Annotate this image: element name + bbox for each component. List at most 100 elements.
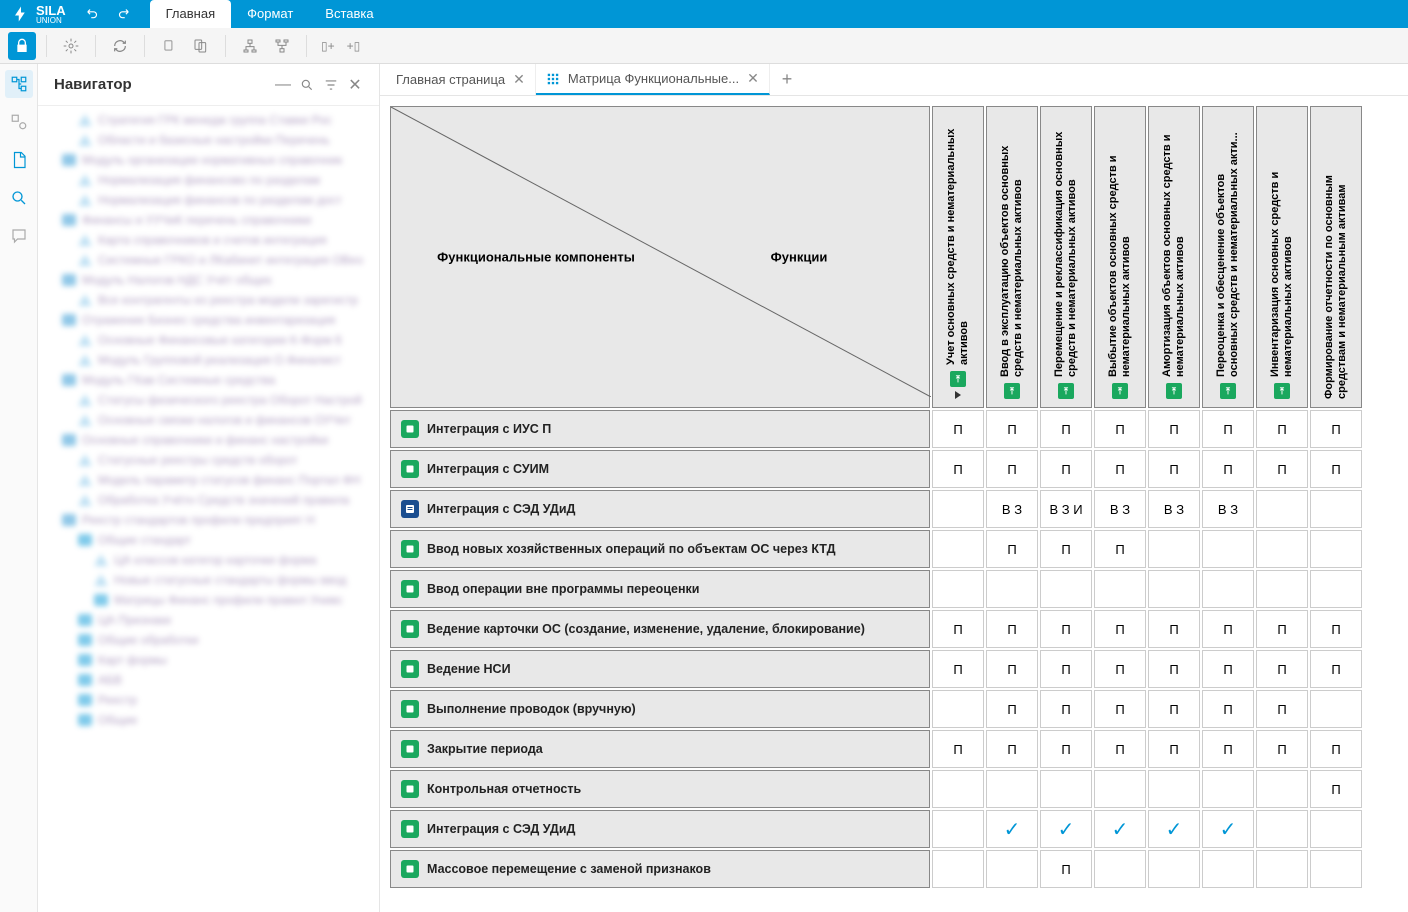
copy-button[interactable]: [155, 32, 183, 60]
insert-col-button[interactable]: ▯+: [317, 32, 339, 60]
row-header[interactable]: Контрольная отчетность: [390, 770, 930, 808]
matrix-cell[interactable]: [986, 850, 1038, 888]
col-header[interactable]: Перемещение и реклассификация основных с…: [1040, 106, 1092, 408]
matrix-cell[interactable]: [1094, 570, 1146, 608]
matrix-container[interactable]: Функциональные компоненты Функции Учет о…: [380, 96, 1408, 912]
rail-chat-icon[interactable]: [5, 222, 33, 250]
matrix-cell[interactable]: П: [1148, 730, 1200, 768]
matrix-cell[interactable]: П: [1094, 650, 1146, 688]
matrix-cell[interactable]: [1256, 810, 1308, 848]
matrix-cell[interactable]: П: [1310, 650, 1362, 688]
matrix-cell[interactable]: [932, 570, 984, 608]
add-tab-button[interactable]: +: [770, 69, 805, 90]
matrix-cell[interactable]: [932, 490, 984, 528]
matrix-cell[interactable]: П: [1148, 690, 1200, 728]
matrix-cell[interactable]: [932, 530, 984, 568]
col-header[interactable]: Выбытие объектов основных средств и нема…: [1094, 106, 1146, 408]
matrix-cell[interactable]: П: [986, 410, 1038, 448]
matrix-cell[interactable]: П: [1094, 410, 1146, 448]
navigator-minimize[interactable]: —: [271, 73, 295, 97]
refresh-button[interactable]: [106, 32, 134, 60]
matrix-cell[interactable]: П: [1202, 450, 1254, 488]
navigator-tree[interactable]: Стратегия ГРК менедж группа Ставки Рос О…: [38, 106, 379, 912]
matrix-cell[interactable]: [1148, 850, 1200, 888]
col-header[interactable]: Учет основных средств и нематериальных а…: [932, 106, 984, 408]
matrix-cell[interactable]: П: [1040, 410, 1092, 448]
tab-main[interactable]: Главная: [150, 0, 231, 28]
matrix-cell[interactable]: П: [986, 650, 1038, 688]
matrix-cell[interactable]: П: [932, 650, 984, 688]
matrix-cell[interactable]: [1256, 850, 1308, 888]
matrix-cell[interactable]: П: [932, 610, 984, 648]
matrix-cell[interactable]: П: [1094, 690, 1146, 728]
matrix-cell[interactable]: П: [1094, 530, 1146, 568]
col-header[interactable]: Амортизация объектов основных средств и …: [1148, 106, 1200, 408]
matrix-cell[interactable]: [986, 570, 1038, 608]
matrix-cell[interactable]: П: [986, 730, 1038, 768]
matrix-cell[interactable]: П: [1202, 730, 1254, 768]
matrix-cell[interactable]: П: [1310, 450, 1362, 488]
doc-tab-main[interactable]: Главная страница ✕: [386, 64, 536, 95]
matrix-cell[interactable]: П: [1310, 610, 1362, 648]
matrix-cell[interactable]: П: [986, 610, 1038, 648]
matrix-cell[interactable]: П: [1256, 410, 1308, 448]
rail-search-icon[interactable]: [5, 184, 33, 212]
matrix-cell[interactable]: [1202, 770, 1254, 808]
matrix-cell[interactable]: П: [1256, 690, 1308, 728]
insert-row-button[interactable]: +▯: [343, 32, 365, 60]
matrix-cell[interactable]: ✓: [986, 810, 1038, 848]
matrix-cell[interactable]: П: [1148, 650, 1200, 688]
row-header[interactable]: Ввод операции вне программы переоценки: [390, 570, 930, 608]
matrix-cell[interactable]: П: [1202, 650, 1254, 688]
matrix-cell[interactable]: [1148, 570, 1200, 608]
matrix-cell[interactable]: [932, 690, 984, 728]
matrix-cell[interactable]: ✓: [1094, 810, 1146, 848]
matrix-cell[interactable]: [1202, 570, 1254, 608]
matrix-cell[interactable]: П: [1040, 850, 1092, 888]
matrix-cell[interactable]: [1094, 850, 1146, 888]
matrix-cell[interactable]: П: [986, 450, 1038, 488]
duplicate-button[interactable]: [187, 32, 215, 60]
matrix-cell[interactable]: В З И: [1040, 490, 1092, 528]
row-header[interactable]: Интеграция с СЭД УДиД: [390, 810, 930, 848]
rail-document-icon[interactable]: [5, 146, 33, 174]
col-header[interactable]: Ввод в эксплуатацию объектов основных ср…: [986, 106, 1038, 408]
matrix-cell[interactable]: П: [1202, 690, 1254, 728]
matrix-cell[interactable]: П: [1202, 610, 1254, 648]
matrix-cell[interactable]: П: [1094, 450, 1146, 488]
matrix-cell[interactable]: [932, 770, 984, 808]
matrix-cell[interactable]: [1310, 530, 1362, 568]
matrix-cell[interactable]: [1148, 770, 1200, 808]
matrix-cell[interactable]: П: [1256, 610, 1308, 648]
lock-button[interactable]: [8, 32, 36, 60]
row-header[interactable]: Выполнение проводок (вручную): [390, 690, 930, 728]
matrix-cell[interactable]: П: [932, 730, 984, 768]
rail-shapes-icon[interactable]: [5, 108, 33, 136]
tab-format[interactable]: Формат: [231, 0, 309, 28]
navigator-search-icon[interactable]: [295, 73, 319, 97]
matrix-cell[interactable]: П: [1148, 450, 1200, 488]
matrix-cell[interactable]: П: [1040, 610, 1092, 648]
matrix-cell[interactable]: П: [1310, 770, 1362, 808]
matrix-cell[interactable]: [1256, 530, 1308, 568]
matrix-cell[interactable]: П: [932, 410, 984, 448]
row-header[interactable]: Ведение карточки ОС (создание, изменение…: [390, 610, 930, 648]
matrix-cell[interactable]: [1310, 850, 1362, 888]
row-header[interactable]: Интеграция с СЭД УДиД: [390, 490, 930, 528]
matrix-cell[interactable]: П: [1310, 410, 1362, 448]
row-header[interactable]: Ведение НСИ: [390, 650, 930, 688]
hierarchy-up-button[interactable]: [268, 32, 296, 60]
matrix-cell[interactable]: [932, 810, 984, 848]
matrix-cell[interactable]: [1310, 490, 1362, 528]
matrix-cell[interactable]: [1310, 570, 1362, 608]
row-header[interactable]: Ввод новых хозяйственных операций по объ…: [390, 530, 930, 568]
matrix-cell[interactable]: В З: [1148, 490, 1200, 528]
matrix-cell[interactable]: ✓: [1202, 810, 1254, 848]
matrix-cell[interactable]: П: [986, 690, 1038, 728]
matrix-cell[interactable]: П: [1148, 610, 1200, 648]
matrix-cell[interactable]: [1310, 690, 1362, 728]
matrix-cell[interactable]: [1148, 530, 1200, 568]
tab-insert[interactable]: Вставка: [309, 0, 389, 28]
matrix-cell[interactable]: [1256, 570, 1308, 608]
matrix-cell[interactable]: ✓: [1148, 810, 1200, 848]
